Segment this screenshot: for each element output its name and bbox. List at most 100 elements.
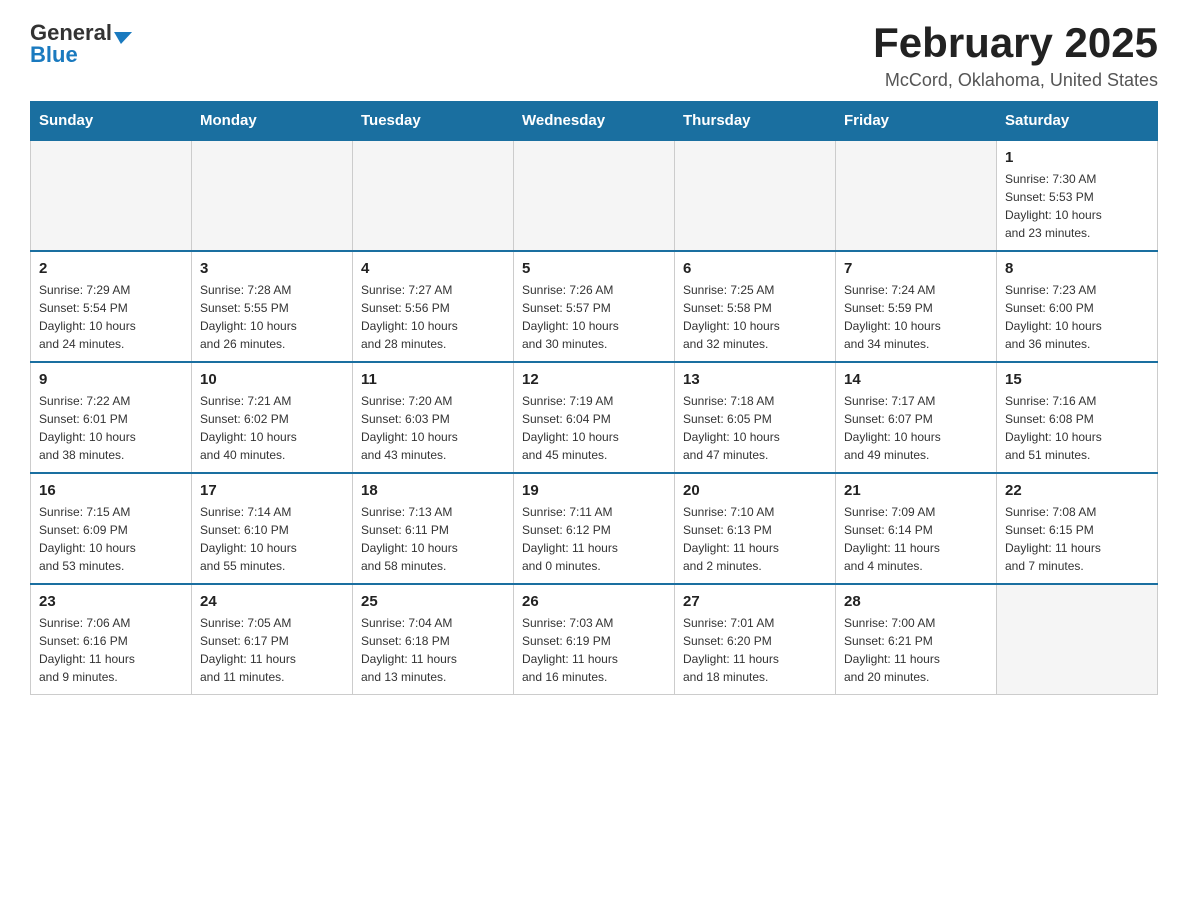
day-number: 20 — [683, 482, 827, 499]
day-info: Sunrise: 7:28 AMSunset: 5:55 PMDaylight:… — [200, 281, 344, 353]
col-thursday: Thursday — [675, 102, 836, 141]
day-number: 13 — [683, 371, 827, 388]
calendar-cell: 9Sunrise: 7:22 AMSunset: 6:01 PMDaylight… — [31, 362, 192, 473]
day-info: Sunrise: 7:04 AMSunset: 6:18 PMDaylight:… — [361, 614, 505, 686]
day-number: 12 — [522, 371, 666, 388]
day-number: 28 — [844, 593, 988, 610]
day-number: 19 — [522, 482, 666, 499]
calendar-cell: 10Sunrise: 7:21 AMSunset: 6:02 PMDayligh… — [192, 362, 353, 473]
calendar-cell: 8 Sunrise: 7:23 AMSunset: 6:00 PMDaylight… — [997, 251, 1158, 362]
day-number: 17 — [200, 482, 344, 499]
calendar-cell: 23 Sunrise: 7:06 AMSunset: 6:16 PMDayligh… — [31, 584, 192, 695]
day-info: Sunrise: 7:11 AMSunset: 6:12 PMDaylight:… — [522, 503, 666, 575]
title-area: February 2025 McCord, Oklahoma, United S… — [873, 20, 1158, 91]
day-info: Sunrise: 7:25 AMSunset: 5:58 PMDaylight:… — [683, 281, 827, 353]
calendar-week-5: 23 Sunrise: 7:06 AMSunset: 6:16 PMDayligh… — [31, 584, 1158, 695]
day-number: 15 — [1005, 371, 1149, 388]
day-info: Sunrise: 7:10 AMSunset: 6:13 PMDaylight:… — [683, 503, 827, 575]
logo: General Blue — [30, 20, 131, 68]
day-number: 22 — [1005, 482, 1149, 499]
logo-arrow-icon — [112, 32, 132, 44]
calendar-cell — [31, 140, 192, 251]
day-info: Sunrise: 7:09 AMSunset: 6:14 PMDaylight:… — [844, 503, 988, 575]
calendar-cell: 14 Sunrise: 7:17 AMSunset: 6:07 PMDayligh… — [836, 362, 997, 473]
calendar-week-4: 16 Sunrise: 7:15 AMSunset: 6:09 PMDayligh… — [31, 473, 1158, 584]
day-info: Sunrise: 7:22 AMSunset: 6:01 PMDaylight:… — [39, 392, 183, 464]
day-info: Sunrise: 7:15 AMSunset: 6:09 PMDaylight:… — [39, 503, 183, 575]
day-info: Sunrise: 7:24 AMSunset: 5:59 PMDaylight:… — [844, 281, 988, 353]
calendar-cell: 1 Sunrise: 7:30 AMSunset: 5:53 PMDaylight… — [997, 140, 1158, 251]
day-number: 25 — [361, 593, 505, 610]
day-number: 21 — [844, 482, 988, 499]
calendar-body: 1 Sunrise: 7:30 AMSunset: 5:53 PMDaylight… — [31, 140, 1158, 695]
calendar-cell: 11 Sunrise: 7:20 AMSunset: 6:03 PMDayligh… — [353, 362, 514, 473]
calendar-cell: 25 Sunrise: 7:04 AMSunset: 6:18 PMDayligh… — [353, 584, 514, 695]
day-info: Sunrise: 7:03 AMSunset: 6:19 PMDaylight:… — [522, 614, 666, 686]
calendar-cell: 5 Sunrise: 7:26 AMSunset: 5:57 PMDaylight… — [514, 251, 675, 362]
col-tuesday: Tuesday — [353, 102, 514, 141]
calendar-cell: 21 Sunrise: 7:09 AMSunset: 6:14 PMDayligh… — [836, 473, 997, 584]
day-number: 23 — [39, 593, 183, 610]
day-info: Sunrise: 7:05 AMSunset: 6:17 PMDaylight:… — [200, 614, 344, 686]
page-header: General Blue February 2025 McCord, Oklah… — [30, 20, 1158, 91]
day-info: Sunrise: 7:18 AMSunset: 6:05 PMDaylight:… — [683, 392, 827, 464]
day-number: 27 — [683, 593, 827, 610]
day-info: Sunrise: 7:06 AMSunset: 6:16 PMDaylight:… — [39, 614, 183, 686]
day-info: Sunrise: 7:14 AMSunset: 6:10 PMDaylight:… — [200, 503, 344, 575]
day-info: Sunrise: 7:13 AMSunset: 6:11 PMDaylight:… — [361, 503, 505, 575]
calendar-cell: 6 Sunrise: 7:25 AMSunset: 5:58 PMDaylight… — [675, 251, 836, 362]
calendar-cell: 3Sunrise: 7:28 AMSunset: 5:55 PMDaylight… — [192, 251, 353, 362]
calendar-cell: 15 Sunrise: 7:16 AMSunset: 6:08 PMDayligh… — [997, 362, 1158, 473]
days-of-week-row: Sunday Monday Tuesday Wednesday Thursday… — [31, 102, 1158, 141]
day-number: 1 — [1005, 149, 1149, 166]
day-number: 2 — [39, 260, 183, 277]
calendar-cell — [353, 140, 514, 251]
calendar-cell — [192, 140, 353, 251]
day-number: 7 — [844, 260, 988, 277]
day-info: Sunrise: 7:30 AMSunset: 5:53 PMDaylight:… — [1005, 170, 1149, 242]
calendar-cell: 27 Sunrise: 7:01 AMSunset: 6:20 PMDayligh… — [675, 584, 836, 695]
calendar-cell — [836, 140, 997, 251]
day-number: 5 — [522, 260, 666, 277]
calendar-cell: 13 Sunrise: 7:18 AMSunset: 6:05 PMDayligh… — [675, 362, 836, 473]
calendar-header: Sunday Monday Tuesday Wednesday Thursday… — [31, 102, 1158, 141]
calendar-cell — [997, 584, 1158, 695]
day-info: Sunrise: 7:21 AMSunset: 6:02 PMDaylight:… — [200, 392, 344, 464]
day-number: 6 — [683, 260, 827, 277]
calendar-cell: 19 Sunrise: 7:11 AMSunset: 6:12 PMDayligh… — [514, 473, 675, 584]
day-info: Sunrise: 7:29 AMSunset: 5:54 PMDaylight:… — [39, 281, 183, 353]
day-number: 8 — [1005, 260, 1149, 277]
day-info: Sunrise: 7:19 AMSunset: 6:04 PMDaylight:… — [522, 392, 666, 464]
calendar-table: Sunday Monday Tuesday Wednesday Thursday… — [30, 101, 1158, 695]
calendar-cell: 26 Sunrise: 7:03 AMSunset: 6:19 PMDayligh… — [514, 584, 675, 695]
day-number: 11 — [361, 371, 505, 388]
calendar-cell: 24Sunrise: 7:05 AMSunset: 6:17 PMDayligh… — [192, 584, 353, 695]
col-friday: Friday — [836, 102, 997, 141]
day-number: 18 — [361, 482, 505, 499]
col-saturday: Saturday — [997, 102, 1158, 141]
day-number: 14 — [844, 371, 988, 388]
day-info: Sunrise: 7:16 AMSunset: 6:08 PMDaylight:… — [1005, 392, 1149, 464]
day-info: Sunrise: 7:01 AMSunset: 6:20 PMDaylight:… — [683, 614, 827, 686]
calendar-cell: 4Sunrise: 7:27 AMSunset: 5:56 PMDaylight… — [353, 251, 514, 362]
calendar-cell: 16 Sunrise: 7:15 AMSunset: 6:09 PMDayligh… — [31, 473, 192, 584]
month-title: February 2025 — [873, 20, 1158, 66]
day-info: Sunrise: 7:17 AMSunset: 6:07 PMDaylight:… — [844, 392, 988, 464]
day-info: Sunrise: 7:20 AMSunset: 6:03 PMDaylight:… — [361, 392, 505, 464]
day-number: 16 — [39, 482, 183, 499]
day-info: Sunrise: 7:08 AMSunset: 6:15 PMDaylight:… — [1005, 503, 1149, 575]
logo-blue-text: Blue — [30, 42, 78, 68]
day-info: Sunrise: 7:26 AMSunset: 5:57 PMDaylight:… — [522, 281, 666, 353]
calendar-cell: 22 Sunrise: 7:08 AMSunset: 6:15 PMDayligh… — [997, 473, 1158, 584]
calendar-week-2: 2 Sunrise: 7:29 AMSunset: 5:54 PMDaylight… — [31, 251, 1158, 362]
calendar-cell: 2 Sunrise: 7:29 AMSunset: 5:54 PMDaylight… — [31, 251, 192, 362]
calendar-cell: 7 Sunrise: 7:24 AMSunset: 5:59 PMDaylight… — [836, 251, 997, 362]
calendar-cell: 17 Sunrise: 7:14 AMSunset: 6:10 PMDayligh… — [192, 473, 353, 584]
col-monday: Monday — [192, 102, 353, 141]
day-number: 26 — [522, 593, 666, 610]
day-info: Sunrise: 7:00 AMSunset: 6:21 PMDaylight:… — [844, 614, 988, 686]
calendar-cell: 12 Sunrise: 7:19 AMSunset: 6:04 PMDayligh… — [514, 362, 675, 473]
day-info: Sunrise: 7:23 AMSunset: 6:00 PMDaylight:… — [1005, 281, 1149, 353]
calendar-week-1: 1 Sunrise: 7:30 AMSunset: 5:53 PMDaylight… — [31, 140, 1158, 251]
calendar-cell: 20 Sunrise: 7:10 AMSunset: 6:13 PMDayligh… — [675, 473, 836, 584]
